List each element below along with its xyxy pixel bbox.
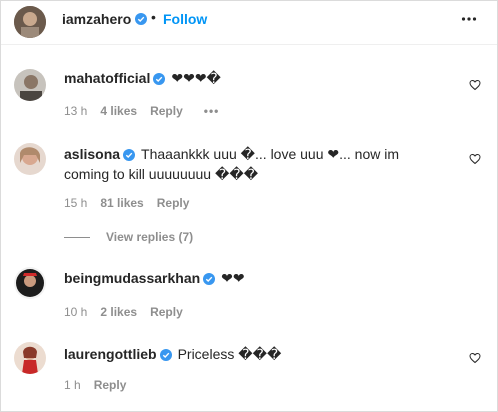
view-replies-line: [64, 236, 90, 238]
comment-time[interactable]: 13 h: [64, 104, 87, 118]
verified-badge-icon: [123, 149, 136, 162]
reply-button[interactable]: Reply: [150, 104, 183, 118]
verified-badge-icon: [203, 273, 216, 286]
like-heart-icon[interactable]: [469, 352, 481, 364]
comment-more-button[interactable]: •••: [204, 104, 220, 118]
comment-meta: 10 h 2 likes Reply: [64, 305, 183, 319]
comment-text-row: mahatofficial ❤❤❤�: [64, 68, 444, 88]
comment-text: ❤❤: [221, 270, 245, 286]
author-avatar[interactable]: [14, 6, 46, 38]
comment-meta: 1 h Reply: [64, 378, 126, 392]
view-replies-label[interactable]: View replies (7): [106, 230, 193, 244]
comment-time[interactable]: 1 h: [64, 378, 81, 392]
reply-button[interactable]: Reply: [94, 378, 127, 392]
more-options-icon[interactable]: [461, 11, 477, 27]
reply-button[interactable]: Reply: [157, 196, 190, 210]
comment-meta: 13 h 4 likes Reply •••: [64, 104, 219, 118]
comment-text-row: beingmudassarkhan ❤❤: [64, 268, 444, 288]
commenter-avatar[interactable]: [14, 267, 46, 299]
follow-button[interactable]: Follow: [163, 11, 207, 27]
comment-item: mahatofficial ❤❤❤� 13 h 4 likes Reply •••: [0, 66, 498, 126]
comment-text: Priceless ���: [177, 346, 282, 362]
commenter-avatar[interactable]: [14, 69, 46, 101]
view-replies-button[interactable]: View replies (7): [64, 230, 193, 244]
comment-text-row: aslisona Thaaankkk uuu �... love uuu ❤...…: [64, 144, 444, 184]
verified-badge-icon: [159, 349, 172, 362]
author-username-row[interactable]: iamzahero: [62, 11, 148, 27]
verified-badge-icon: [135, 13, 148, 25]
comment-likes[interactable]: 4 likes: [100, 104, 137, 118]
commenter-username[interactable]: aslisona: [64, 146, 120, 162]
commenter-avatar[interactable]: [14, 342, 46, 374]
comment-meta: 15 h 81 likes Reply: [64, 196, 189, 210]
comment-time[interactable]: 10 h: [64, 305, 87, 319]
like-heart-icon[interactable]: [469, 79, 481, 91]
commenter-username[interactable]: mahatofficial: [64, 70, 150, 86]
comment-item: laurengottlieb Priceless ��� 1 h Reply: [0, 342, 498, 402]
comment-item: beingmudassarkhan ❤❤ 10 h 2 likes Reply: [0, 266, 498, 326]
verified-badge-icon: [153, 73, 166, 86]
commenter-username[interactable]: beingmudassarkhan: [64, 270, 200, 286]
like-heart-icon[interactable]: [469, 153, 481, 165]
comment-likes[interactable]: 2 likes: [100, 305, 137, 319]
comment-time[interactable]: 15 h: [64, 196, 87, 210]
comment-item: aslisona Thaaankkk uuu �... love uuu ❤...…: [0, 143, 498, 223]
commenter-username[interactable]: laurengottlieb: [64, 346, 157, 362]
reply-button[interactable]: Reply: [150, 305, 183, 319]
comment-likes[interactable]: 81 likes: [100, 196, 143, 210]
post-header: iamzahero • Follow: [0, 0, 498, 45]
separator-dot: •: [151, 9, 156, 25]
commenter-avatar[interactable]: [14, 143, 46, 175]
comment-text-row: laurengottlieb Priceless ���: [64, 344, 444, 364]
author-username[interactable]: iamzahero: [62, 11, 131, 27]
comment-text: ❤❤❤�: [171, 70, 221, 86]
